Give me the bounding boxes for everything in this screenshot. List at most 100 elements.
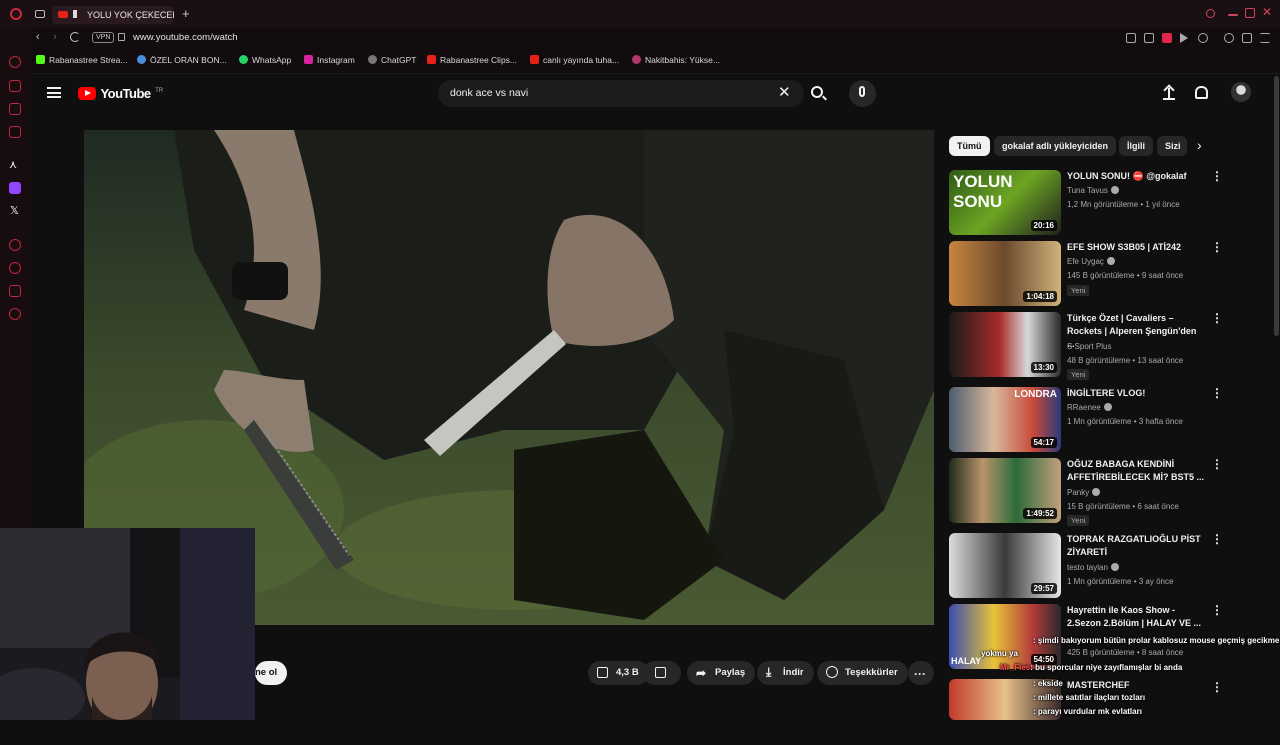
- video-thumbnail[interactable]: 1:49:52: [949, 458, 1061, 523]
- more-options-icon[interactable]: ⋮: [1211, 681, 1223, 693]
- guide-menu-icon[interactable]: [47, 87, 61, 98]
- channel-name[interactable]: Efe Uygaç: [1067, 257, 1115, 266]
- channel-name[interactable]: RRaenee: [1067, 403, 1112, 412]
- share-button[interactable]: ➦ Paylaş: [687, 661, 756, 685]
- video-thumbnail[interactable]: YOLUN SONU 20:16: [949, 170, 1061, 235]
- back-button[interactable]: ‹: [36, 31, 40, 43]
- list-item[interactable]: 1:04:18 EFE SHOW S3B05 | ATİ242 Efe Uyga…: [949, 241, 1223, 307]
- maximize-button[interactable]: [1245, 8, 1255, 18]
- list-item[interactable]: 29:57 TOPRAK RAZGATLIOĞLU PİST ZİYARETİ …: [949, 533, 1223, 599]
- chip-for-you[interactable]: Sizi: [1157, 136, 1187, 156]
- search-tabs-icon[interactable]: [1206, 9, 1215, 18]
- bookmark-item[interactable]: Nakitbahis: Yükse...: [632, 55, 720, 65]
- list-item[interactable]: LONDRA 54:17 İNGİLTERE VLOG! RRaenee 1 M…: [949, 387, 1223, 453]
- chips-next-icon[interactable]: ›: [1197, 137, 1202, 153]
- gx-icon[interactable]: [9, 126, 21, 138]
- crypto-wallet-icon[interactable]: [9, 103, 21, 115]
- close-window-button[interactable]: ✕: [1262, 5, 1272, 19]
- bookmark-item[interactable]: ChatGPT: [368, 55, 416, 65]
- more-options-icon[interactable]: ⋮: [1211, 533, 1223, 545]
- video-title[interactable]: MASTERCHEF: [1067, 679, 1205, 692]
- download-button[interactable]: ⤓ İndir: [757, 661, 814, 685]
- channel-name[interactable]: testo taylan: [1067, 563, 1119, 572]
- like-button[interactable]: 4,3 B: [588, 661, 649, 685]
- url-field[interactable]: www.youtube.com/watch: [133, 32, 238, 43]
- minimize-button[interactable]: [1228, 14, 1238, 16]
- voice-search-button[interactable]: [849, 80, 876, 107]
- kick-sidebar-icon[interactable]: ⋏: [9, 158, 17, 171]
- more-options-icon[interactable]: ⋮: [1211, 458, 1223, 470]
- video-thumbnail[interactable]: 1:04:18: [949, 241, 1061, 306]
- new-tab-button[interactable]: +: [182, 6, 190, 21]
- search-button[interactable]: [803, 80, 833, 107]
- avatar[interactable]: [1231, 82, 1251, 102]
- video-thumbnail[interactable]: 29:57: [949, 533, 1061, 598]
- adblock-shield-icon[interactable]: [1162, 33, 1172, 43]
- forward-button[interactable]: ›: [53, 31, 57, 43]
- chip-from-uploader[interactable]: gokalaf adlı yükleyiciden: [994, 136, 1117, 156]
- video-title[interactable]: TOPRAK RAZGATLIOĞLU PİST ZİYARETİ: [1067, 533, 1205, 559]
- reload-button[interactable]: [70, 32, 80, 42]
- audio-playing-icon[interactable]: [73, 10, 80, 18]
- search-input[interactable]: donk ace vs navi: [438, 80, 804, 107]
- bookmark-item[interactable]: Rabanastree Clips...: [427, 55, 517, 65]
- new-badge: Yeni: [1067, 369, 1090, 380]
- messenger-icon[interactable]: [9, 80, 21, 92]
- account-icon[interactable]: [1224, 33, 1234, 43]
- player-sidebar-icon[interactable]: [9, 239, 21, 251]
- video-title[interactable]: YOLUN SONU! ⛔ @gokalaf: [1067, 170, 1205, 183]
- chip-all[interactable]: Tümü: [949, 136, 990, 156]
- player-icon[interactable]: [1180, 33, 1193, 43]
- clear-search-icon[interactable]: ✕: [778, 83, 791, 101]
- snapshot-icon[interactable]: [1144, 33, 1154, 43]
- video-title[interactable]: OĞUZ BABAGA KENDİNİ AFFETİREBİLECEK Mİ? …: [1067, 458, 1205, 484]
- more-options-icon[interactable]: ⋮: [1211, 241, 1223, 253]
- x-twitter-icon[interactable]: 𝕏: [10, 204, 19, 217]
- bookmark-item[interactable]: ÖZEL ORAN BON...: [137, 55, 227, 65]
- twitch-icon[interactable]: [9, 182, 21, 194]
- thanks-icon: [826, 666, 838, 678]
- video-thumbnail[interactable]: LONDRA 54:17: [949, 387, 1061, 452]
- notifications-bell-icon[interactable]: [1195, 86, 1208, 99]
- channel-name[interactable]: Tuna Tavus: [1067, 186, 1119, 195]
- list-item[interactable]: YOLUN SONU 20:16 YOLUN SONU! ⛔ @gokalaf …: [949, 170, 1223, 236]
- list-item[interactable]: 13:30 Türkçe Özet | Cavaliers – Rockets …: [949, 312, 1223, 380]
- thanks-button[interactable]: Teşekkürler: [817, 661, 908, 685]
- history-icon[interactable]: [9, 262, 21, 274]
- bookmark-item[interactable]: canlı yayında tuha...: [530, 55, 619, 65]
- dislike-button[interactable]: [643, 661, 681, 685]
- list-item[interactable]: 1:49:52 OĞUZ BABAGA KENDİNİ AFFETİREBİLE…: [949, 458, 1223, 526]
- workspaces-icon[interactable]: [35, 10, 45, 18]
- video-title[interactable]: İNGİLTERE VLOG!: [1067, 387, 1205, 400]
- more-options-icon[interactable]: ⋮: [1211, 387, 1223, 399]
- more-options-icon[interactable]: ⋮: [1211, 170, 1223, 182]
- aria-icon[interactable]: [9, 56, 21, 68]
- more-options-icon[interactable]: ⋮: [1211, 604, 1223, 616]
- subscribe-button[interactable]: ne ol: [255, 661, 288, 685]
- downloads-icon[interactable]: [1242, 33, 1252, 43]
- upload-icon[interactable]: [1163, 84, 1175, 100]
- video-title[interactable]: Hayrettin ile Kaos Show - 2.Sezon 2.Bölü…: [1067, 604, 1205, 630]
- video-duration: 20:16: [1030, 220, 1057, 231]
- chip-related[interactable]: İlgili: [1119, 136, 1153, 156]
- video-duration: 29:57: [1030, 583, 1057, 594]
- channel-name[interactable]: S Sport Plus: [1067, 342, 1111, 351]
- bookmark-item[interactable]: Instagram: [304, 55, 355, 65]
- youtube-logo[interactable]: YouTube TR: [78, 85, 163, 103]
- easy-setup-icon[interactable]: [1198, 33, 1208, 43]
- menu-icon[interactable]: [1260, 33, 1270, 43]
- browser-tab[interactable]: YOLU YOK ÇEKECEK: [52, 6, 174, 24]
- video-title[interactable]: EFE SHOW S3B05 | ATİ242: [1067, 241, 1205, 254]
- video-thumbnail[interactable]: 13:30: [949, 312, 1061, 377]
- bookmark-icon[interactable]: [1126, 33, 1136, 43]
- more-actions-button[interactable]: ···: [908, 661, 934, 685]
- settings-icon[interactable]: [9, 308, 21, 320]
- opera-logo-icon[interactable]: [10, 8, 22, 20]
- more-options-icon[interactable]: ⋮: [1211, 312, 1223, 324]
- channel-name[interactable]: Panky: [1067, 488, 1101, 497]
- page-scrollbar[interactable]: [1274, 76, 1279, 336]
- extensions-icon[interactable]: [9, 285, 21, 297]
- vpn-badge[interactable]: VPN: [92, 32, 115, 43]
- bookmark-item[interactable]: Rabanastree Strea...: [36, 55, 127, 65]
- bookmark-item[interactable]: WhatsApp: [239, 55, 291, 65]
